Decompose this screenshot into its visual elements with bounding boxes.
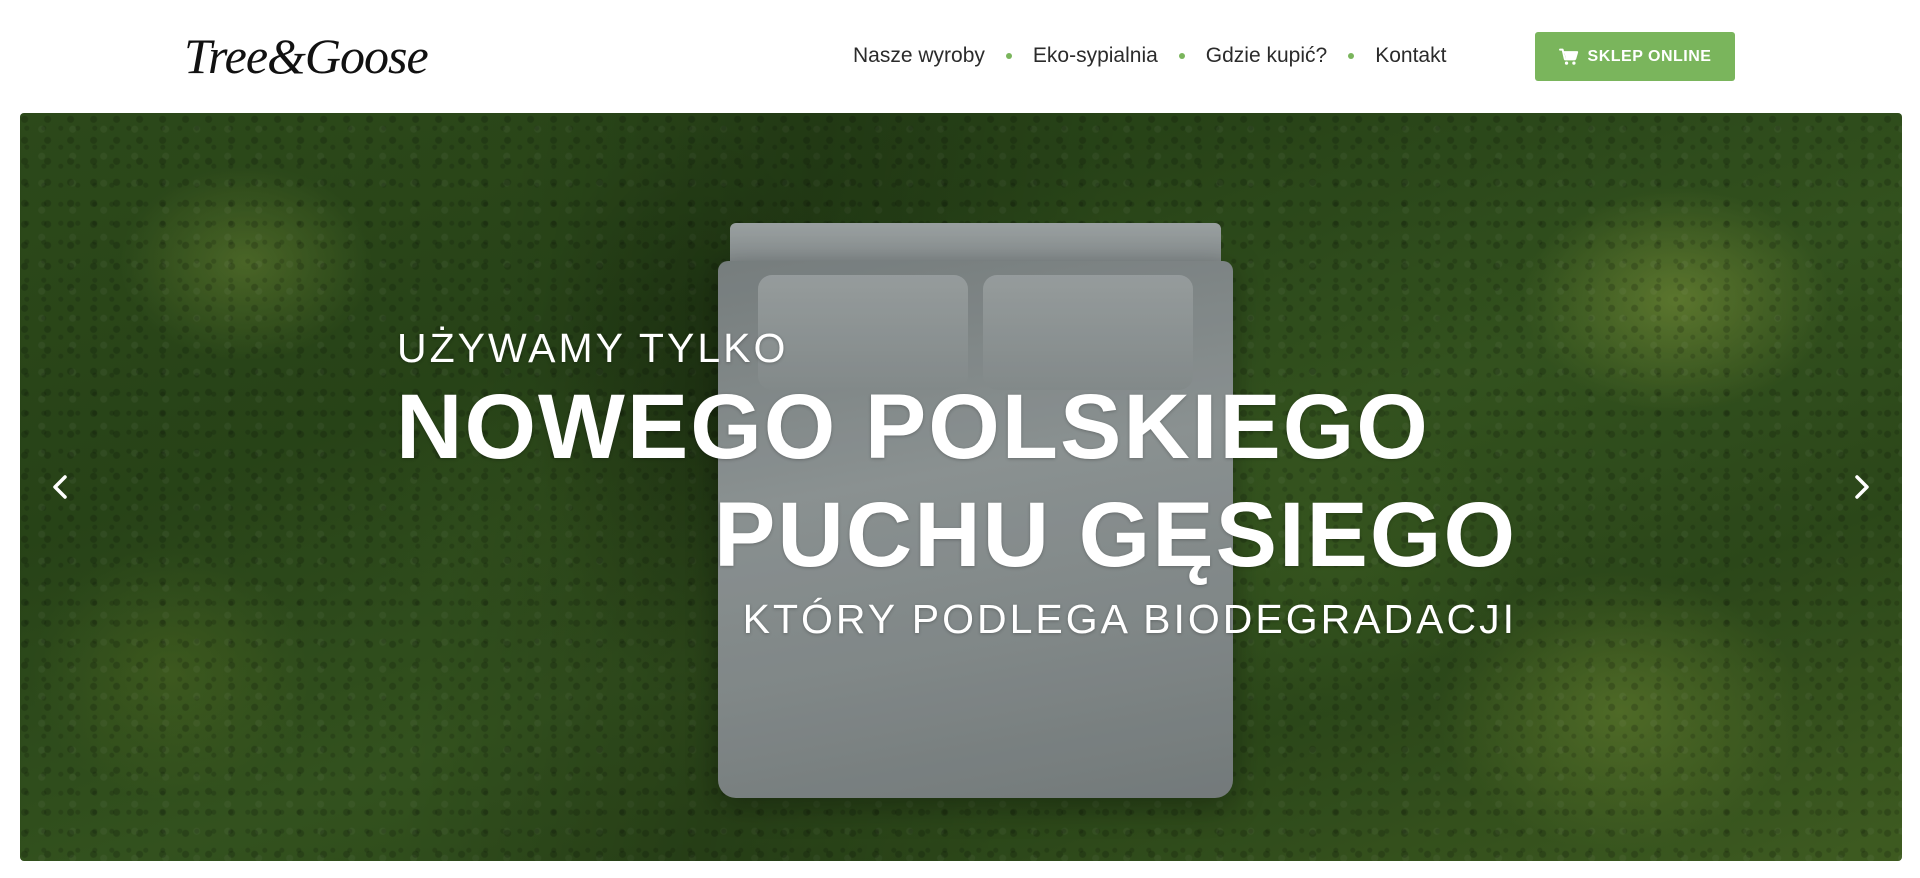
nav-separator-dot — [1178, 53, 1185, 59]
nav-item-eko-sypialnia[interactable]: Eko-sypialnia — [1033, 44, 1158, 68]
chevron-right-icon — [1855, 475, 1869, 499]
shop-online-label: SKLEP ONLINE — [1587, 47, 1712, 65]
chevron-left-icon — [53, 475, 67, 499]
nav-item-nasze-wyroby[interactable]: Nasze wyroby — [853, 44, 985, 68]
nav-separator-dot — [1348, 53, 1355, 59]
nav-item-kontakt[interactable]: Kontakt — [1375, 44, 1446, 68]
nav-item-gdzie-kupic[interactable]: Gdzie kupić? — [1206, 44, 1327, 68]
hero-slider: UŻYWAMY TYLKO NOWEGO POLSKIEGO PUCHU GĘS… — [20, 113, 1902, 861]
slider-next-button[interactable] — [1844, 469, 1880, 505]
logo[interactable]: Tree&Goose — [184, 26, 429, 86]
hero-headline-line1: NOWEGO POLSKIEGO — [396, 376, 1430, 478]
hero-headline-line2: PUCHU GĘSIEGO — [713, 484, 1517, 586]
site-header: Tree&Goose Nasze wyroby Eko-sypialnia Gd… — [0, 0, 1920, 113]
hero-subline: KTÓRY PODLEGA BIODEGRADACJI — [742, 596, 1517, 642]
nav-separator-dot — [1005, 53, 1012, 59]
shop-online-button[interactable]: SKLEP ONLINE — [1535, 32, 1735, 81]
cart-icon — [1558, 48, 1578, 65]
main-nav: Nasze wyroby Eko-sypialnia Gdzie kupić? … — [853, 40, 1446, 72]
slider-prev-button[interactable] — [42, 469, 78, 505]
hero-eyebrow: UŻYWAMY TYLKO — [397, 325, 789, 371]
